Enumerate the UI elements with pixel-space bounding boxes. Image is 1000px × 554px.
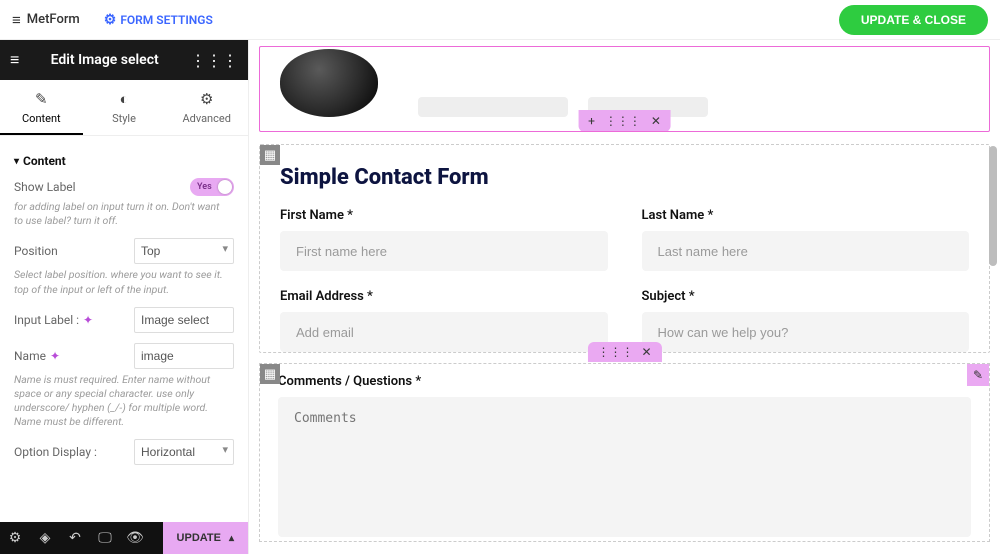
drag-icon[interactable]: ⋮⋮⋮ bbox=[605, 114, 641, 128]
column-handle-icon[interactable]: ▦ bbox=[260, 364, 280, 384]
first-name-label: First Name * bbox=[280, 208, 608, 223]
update-close-button[interactable]: UPDATE & CLOSE bbox=[839, 5, 988, 35]
menu-icon[interactable]: ≡ bbox=[10, 50, 19, 70]
subject-input[interactable] bbox=[642, 312, 970, 352]
name-label: Name ✦ bbox=[14, 349, 60, 363]
apps-icon[interactable]: ⋮⋮⋮ bbox=[190, 51, 238, 70]
placeholder-bar bbox=[418, 97, 568, 117]
scrollbar-thumb[interactable] bbox=[989, 146, 997, 266]
column-handle-icon[interactable]: ▦ bbox=[260, 145, 280, 165]
subject-field-wrap: Subject * bbox=[642, 289, 970, 352]
first-name-input[interactable] bbox=[280, 231, 608, 271]
sidebar-footer: ⚙ ◈ ↶ 🖵 👁 UPDATE ▴ bbox=[0, 522, 248, 554]
scrollbar-track[interactable] bbox=[989, 46, 999, 548]
add-section-icon[interactable]: + bbox=[588, 114, 595, 128]
drag-icon[interactable]: ⋮⋮⋮ bbox=[597, 345, 633, 359]
app-brand-label: MetForm bbox=[27, 12, 80, 27]
tab-style[interactable]: ◐ Style bbox=[83, 80, 166, 135]
tab-content[interactable]: ✎ Content bbox=[0, 80, 83, 135]
panel-tabs: ✎ Content ◐ Style ⚙ Advanced bbox=[0, 80, 248, 136]
option-display-select[interactable]: Horizontal bbox=[134, 439, 234, 465]
tab-advanced-label: Advanced bbox=[182, 112, 230, 125]
position-select[interactable]: Top bbox=[134, 238, 234, 264]
contrast-icon: ◐ bbox=[83, 90, 166, 108]
dynamic-icon: ✦ bbox=[83, 313, 93, 327]
close-icon[interactable]: ✕ bbox=[641, 345, 651, 359]
section-toolbar: + ⋮⋮⋮ ✕ bbox=[578, 110, 671, 132]
chevron-up-icon: ▴ bbox=[229, 533, 234, 544]
top-bar: ≡ MetForm ⚙ FORM SETTINGS UPDATE & CLOSE bbox=[0, 0, 1000, 40]
product-image bbox=[280, 49, 378, 117]
last-name-input[interactable] bbox=[642, 231, 970, 271]
position-label: Position bbox=[14, 244, 58, 258]
inner-section-toolbar: ⋮⋮⋮ ✕ bbox=[587, 342, 661, 362]
show-label-label: Show Label bbox=[14, 180, 76, 194]
settings-icon[interactable]: ⚙ bbox=[0, 530, 30, 546]
email-field-wrap: Email Address * bbox=[280, 289, 608, 352]
caret-down-icon: ▾ bbox=[14, 156, 19, 167]
last-name-label: Last Name * bbox=[642, 208, 970, 223]
panel-title: Edit Image select bbox=[51, 52, 159, 68]
form-title: Simple Contact Form bbox=[280, 165, 969, 190]
elementor-icon: ≡ bbox=[12, 11, 21, 29]
sidebar: ≡ Edit Image select ⋮⋮⋮ ✎ Content ◐ Styl… bbox=[0, 40, 249, 554]
comments-label: Comments / Questions * bbox=[278, 374, 971, 389]
show-label-switch[interactable]: Yes bbox=[190, 178, 234, 196]
switch-knob bbox=[218, 180, 232, 194]
panel-header: ≡ Edit Image select ⋮⋮⋮ bbox=[0, 40, 248, 80]
tab-content-label: Content bbox=[22, 112, 61, 125]
update-button-label: UPDATE bbox=[177, 532, 221, 544]
app-brand[interactable]: ≡ MetForm bbox=[12, 11, 80, 29]
show-label-help: for adding label on input turn it on. Do… bbox=[14, 200, 234, 228]
section-content-label: Content bbox=[23, 154, 66, 168]
contact-form-section[interactable]: ▦ Simple Contact Form First Name * Last … bbox=[259, 144, 990, 353]
comments-section[interactable]: ▦ ✎ Comments / Questions * bbox=[259, 363, 990, 542]
pencil-icon: ✎ bbox=[0, 90, 83, 108]
subject-label: Subject * bbox=[642, 289, 970, 304]
image-select-section[interactable]: + ⋮⋮⋮ ✕ bbox=[259, 46, 990, 132]
gear-icon: ⚙ bbox=[165, 90, 248, 108]
gear-icon: ⚙ bbox=[104, 12, 117, 28]
option-display-label: Option Display : bbox=[14, 445, 97, 459]
first-name-field-wrap: First Name * bbox=[280, 208, 608, 271]
canvas: + ⋮⋮⋮ ✕ ▦ Simple Contact Form First Name… bbox=[249, 40, 1000, 554]
last-name-field-wrap: Last Name * bbox=[642, 208, 970, 271]
name-field[interactable] bbox=[134, 343, 234, 369]
section-content-title[interactable]: ▾ Content bbox=[14, 154, 234, 168]
close-icon[interactable]: ✕ bbox=[651, 114, 661, 128]
responsive-icon[interactable]: 🖵 bbox=[90, 530, 120, 546]
top-bar-left: ≡ MetForm ⚙ FORM SETTINGS bbox=[12, 11, 213, 29]
preview-icon[interactable]: 👁 bbox=[120, 530, 150, 546]
email-input[interactable] bbox=[280, 312, 608, 352]
navigator-icon[interactable]: ◈ bbox=[30, 530, 60, 546]
tab-advanced[interactable]: ⚙ Advanced bbox=[165, 80, 248, 135]
form-settings-label: FORM SETTINGS bbox=[120, 13, 212, 27]
dynamic-icon: ✦ bbox=[50, 349, 60, 363]
controls-area: ▾ Content Show Label Yes for adding labe… bbox=[0, 136, 248, 522]
position-help: Select label position. where you want to… bbox=[14, 268, 234, 296]
form-settings-link[interactable]: ⚙ FORM SETTINGS bbox=[104, 12, 213, 28]
tab-style-label: Style bbox=[112, 112, 136, 125]
comments-textarea[interactable] bbox=[278, 397, 971, 537]
input-label-label: Input Label : ✦ bbox=[14, 313, 93, 327]
edit-widget-icon[interactable]: ✎ bbox=[967, 364, 989, 386]
email-label: Email Address * bbox=[280, 289, 608, 304]
input-label-field[interactable] bbox=[134, 307, 234, 333]
update-button[interactable]: UPDATE ▴ bbox=[163, 522, 248, 554]
name-help: Name is must required. Enter name withou… bbox=[14, 373, 234, 430]
switch-text: Yes bbox=[197, 182, 212, 192]
history-icon[interactable]: ↶ bbox=[60, 530, 90, 546]
